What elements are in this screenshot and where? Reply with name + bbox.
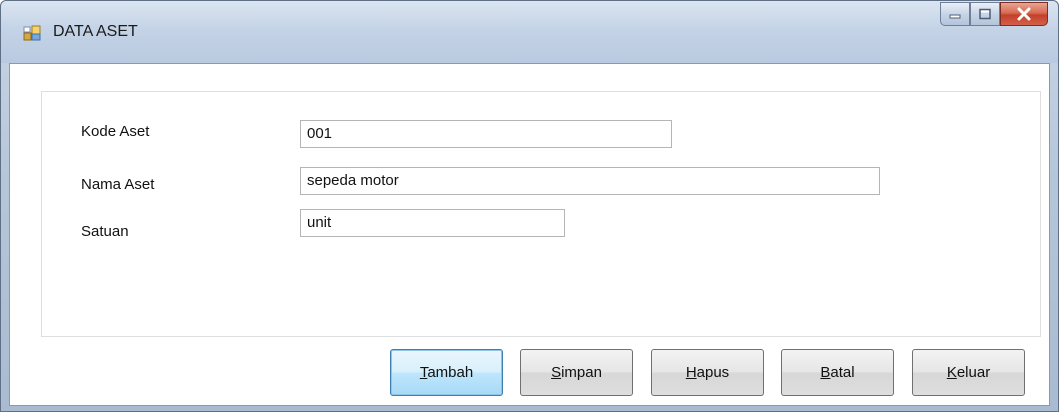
- tambah-button[interactable]: Tambah: [390, 349, 503, 396]
- title-bar[interactable]: DATA ASET: [1, 1, 1058, 63]
- form-icon: [23, 25, 41, 41]
- app-window: DATA ASET Kode Aset 001 Nama Aset sepeda…: [0, 0, 1059, 412]
- tambah-button-label: Tambah: [419, 364, 474, 381]
- close-button[interactable]: [1000, 2, 1048, 26]
- maximize-icon: [979, 8, 991, 20]
- batal-button[interactable]: Batal: [781, 349, 894, 396]
- maximize-button[interactable]: [970, 2, 1000, 26]
- batal-button-label: Batal: [820, 364, 855, 381]
- satuan-input[interactable]: unit: [300, 209, 565, 237]
- nama-aset-input[interactable]: sepeda motor: [300, 167, 880, 195]
- minimize-icon: [949, 14, 961, 19]
- close-icon: [1017, 7, 1031, 21]
- minimize-button[interactable]: [940, 2, 970, 26]
- satuan-label: Satuan: [81, 223, 129, 240]
- window-controls: [940, 2, 1048, 26]
- nama-aset-label: Nama Aset: [81, 176, 155, 193]
- kode-aset-label: Kode Aset: [81, 123, 150, 140]
- form-client-area: Kode Aset 001 Nama Aset sepeda motor Sat…: [9, 63, 1050, 406]
- keluar-button[interactable]: Keluar: [912, 349, 1025, 396]
- simpan-button-label: Simpan: [551, 364, 602, 381]
- hapus-button[interactable]: Hapus: [651, 349, 764, 396]
- hapus-button-label: Hapus: [685, 364, 730, 381]
- input-panel: Kode Aset 001 Nama Aset sepeda motor Sat…: [41, 91, 1041, 337]
- simpan-button[interactable]: Simpan: [520, 349, 633, 396]
- window-title: DATA ASET: [53, 23, 138, 40]
- kode-aset-input[interactable]: 001: [300, 120, 672, 148]
- keluar-button-label: Keluar: [946, 364, 991, 381]
